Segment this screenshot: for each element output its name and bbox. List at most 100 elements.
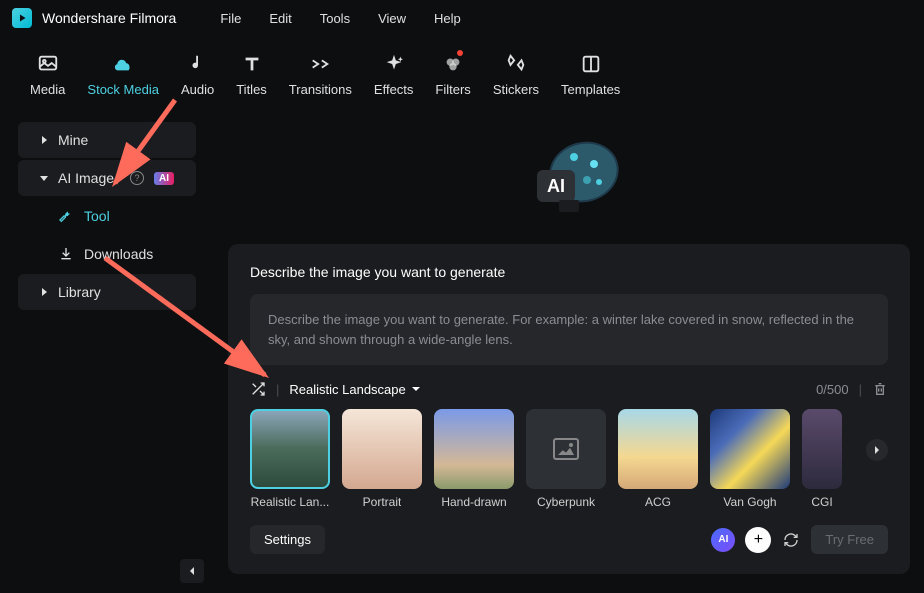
- try-free-button[interactable]: Try Free: [811, 525, 888, 554]
- style-thumb: [250, 409, 330, 489]
- settings-button[interactable]: Settings: [250, 525, 325, 554]
- sidebar-item-tool[interactable]: Tool: [18, 198, 196, 234]
- effects-icon: [382, 52, 406, 76]
- app-logo: [12, 8, 32, 28]
- style-thumb: [342, 409, 422, 489]
- add-button[interactable]: +: [745, 527, 771, 553]
- style-card-acg[interactable]: ACG: [618, 409, 698, 509]
- ai-badge: AI: [154, 172, 174, 185]
- delete-icon[interactable]: [872, 381, 888, 397]
- nav-label: Transitions: [289, 82, 352, 97]
- menu-view[interactable]: View: [364, 11, 420, 26]
- style-dropdown[interactable]: Realistic Landscape: [289, 382, 420, 397]
- style-thumb: [802, 409, 842, 489]
- nav-label: Audio: [181, 82, 214, 97]
- titles-icon: [240, 52, 264, 76]
- templates-icon: [579, 52, 603, 76]
- style-card-van-gogh[interactable]: Van Gogh: [710, 409, 790, 509]
- sidebar-item-downloads[interactable]: Downloads: [18, 236, 196, 272]
- ai-round-icon: AI: [711, 528, 735, 552]
- divider: |: [276, 382, 279, 397]
- sidebar-label: Library: [58, 284, 174, 300]
- style-thumb: [434, 409, 514, 489]
- style-row: | Realistic Landscape 0/500 |: [250, 381, 888, 397]
- style-card-label: Portrait: [363, 495, 402, 509]
- sidebar-label: AI Image: [58, 170, 120, 186]
- style-card-label: Cyberpunk: [537, 495, 595, 509]
- transitions-icon: [308, 52, 332, 76]
- char-count: 0/500: [816, 382, 849, 397]
- style-cards: Realistic Lan... Portrait Hand-drawn Cyb…: [250, 409, 888, 509]
- ai-hero-icon: AI: [499, 122, 639, 232]
- download-icon: [58, 246, 74, 262]
- menu-file[interactable]: File: [206, 11, 255, 26]
- style-card-label: Hand-drawn: [441, 495, 506, 509]
- nav-label: Effects: [374, 82, 414, 97]
- sidebar-label: Tool: [84, 208, 174, 224]
- nav-label: Stock Media: [87, 82, 159, 97]
- style-card-realistic-landscape[interactable]: Realistic Lan...: [250, 409, 330, 509]
- style-card-label: ACG: [645, 495, 671, 509]
- nav-titles[interactable]: Titles: [236, 52, 267, 97]
- nav-tabs: Media Stock Media Audio Titles Transitio…: [0, 36, 924, 112]
- nav-label: Stickers: [493, 82, 539, 97]
- style-thumb: [710, 409, 790, 489]
- app-title: Wondershare Filmora: [42, 10, 176, 26]
- nav-filters[interactable]: Filters: [435, 52, 470, 97]
- chevron-down-icon: [411, 384, 421, 394]
- media-icon: [36, 52, 60, 76]
- sidebar-item-mine[interactable]: Mine: [18, 122, 196, 158]
- caret-right-icon: [40, 288, 48, 296]
- sidebar: Mine AI Image ? AI Tool Downloads Librar…: [0, 112, 214, 593]
- style-dropdown-label: Realistic Landscape: [289, 382, 405, 397]
- cards-next-button[interactable]: [866, 439, 888, 461]
- divider: |: [859, 382, 862, 397]
- nav-label: Media: [30, 82, 65, 97]
- style-card-label: Realistic Lan...: [251, 495, 330, 509]
- sidebar-item-library[interactable]: Library: [18, 274, 196, 310]
- caret-down-icon: [40, 174, 48, 182]
- style-card-label: CGI: [811, 495, 832, 509]
- panel-footer: Settings AI + Try Free: [250, 525, 888, 554]
- nav-templates[interactable]: Templates: [561, 52, 620, 97]
- menu-edit[interactable]: Edit: [255, 11, 305, 26]
- notification-dot: [457, 50, 463, 56]
- refresh-button[interactable]: [781, 530, 801, 550]
- nav-label: Templates: [561, 82, 620, 97]
- menu-help[interactable]: Help: [420, 11, 475, 26]
- nav-effects[interactable]: Effects: [374, 52, 414, 97]
- content: AI Describe the image you want to genera…: [214, 112, 924, 593]
- sidebar-label: Downloads: [84, 246, 174, 262]
- nav-media[interactable]: Media: [30, 52, 65, 97]
- style-thumb: [618, 409, 698, 489]
- sidebar-item-ai-image[interactable]: AI Image ? AI: [18, 160, 196, 196]
- nav-transitions[interactable]: Transitions: [289, 52, 352, 97]
- style-thumb: [526, 409, 606, 489]
- style-card-portrait[interactable]: Portrait: [342, 409, 422, 509]
- svg-text:AI: AI: [547, 176, 565, 196]
- prompt-input[interactable]: Describe the image you want to generate.…: [250, 294, 888, 365]
- nav-label: Titles: [236, 82, 267, 97]
- style-card-label: Van Gogh: [723, 495, 776, 509]
- nav-label: Filters: [435, 82, 470, 97]
- caret-right-icon: [40, 136, 48, 144]
- cloud-icon: [111, 52, 135, 76]
- stickers-icon: [504, 52, 528, 76]
- wrench-icon: [58, 208, 74, 224]
- menu-tools[interactable]: Tools: [306, 11, 364, 26]
- shuffle-icon[interactable]: [250, 381, 266, 397]
- titlebar: Wondershare Filmora File Edit Tools View…: [0, 0, 924, 36]
- style-card-cyberpunk[interactable]: Cyberpunk: [526, 409, 606, 509]
- panel-title: Describe the image you want to generate: [250, 264, 888, 280]
- prompt-placeholder: Describe the image you want to generate.…: [268, 310, 870, 349]
- nav-stock-media[interactable]: Stock Media: [87, 52, 159, 97]
- nav-audio[interactable]: Audio: [181, 52, 214, 97]
- audio-icon: [186, 52, 210, 76]
- style-card-cgi[interactable]: CGI: [802, 409, 842, 509]
- sidebar-label: Mine: [58, 132, 174, 148]
- style-card-hand-drawn[interactable]: Hand-drawn: [434, 409, 514, 509]
- collapse-sidebar-button[interactable]: [180, 559, 204, 583]
- nav-stickers[interactable]: Stickers: [493, 52, 539, 97]
- ai-image-panel: Describe the image you want to generate …: [228, 244, 910, 574]
- help-icon[interactable]: ?: [130, 171, 144, 185]
